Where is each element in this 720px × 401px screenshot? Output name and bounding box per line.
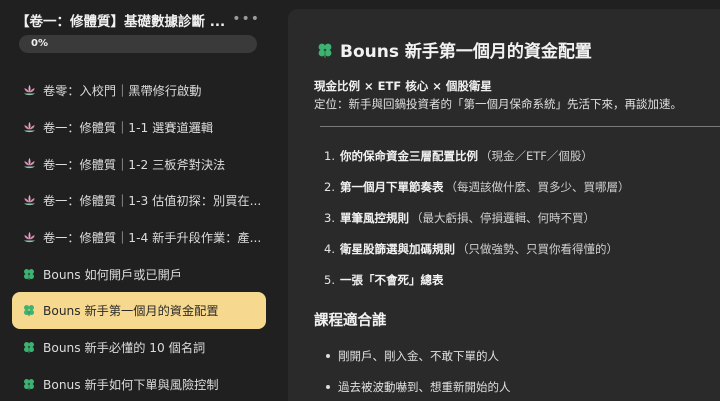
audience-item: 剛開戶、剛入金、不敢下單的人: [326, 340, 511, 371]
sidebar-item-3[interactable]: 卷一：修體質｜1-3 估值初探：別買在...: [12, 182, 266, 219]
course-title[interactable]: 【卷一：修體質】基礎數據診斷 ...: [16, 10, 232, 30]
step-num: 2.: [324, 179, 335, 194]
step-note: （最大虧損、停損邏輯、何時不買）: [410, 210, 595, 225]
step-num: 3.: [324, 210, 335, 225]
sidebar-item-6[interactable]: Bouns 新手第一個月的資金配置: [12, 292, 266, 329]
step-note: （每週該做什麼、買多少、買哪層）: [445, 179, 630, 194]
ellipsis-icon[interactable]: •••: [232, 10, 260, 28]
sidebar-item-label: Bonus 新手如何下單與風險控制: [43, 377, 219, 392]
lotus-icon: [21, 192, 37, 208]
steps-list: 1. 你的保命資金三層配置比例 （現金／ETF／個股） 2. 第一個月下單節奏表 （每週該…: [324, 140, 629, 295]
step-note: （只做強勢、只買你看得懂的）: [456, 241, 618, 256]
sidebar-item-1[interactable]: 卷一：修體質｜1-1 選賽道邏輯: [12, 109, 266, 146]
sidebar-item-0[interactable]: 卷零：入校門｜黑帶修行啟動: [12, 72, 266, 109]
lotus-icon: [21, 82, 37, 98]
clover-icon: [21, 302, 37, 318]
clover-icon: [21, 339, 37, 355]
sidebar-item-label: 卷一：修體質｜1-2 三板斧對決法: [43, 157, 226, 172]
step-item: 5. 一張「不會死」總表: [324, 264, 629, 295]
step-bold: 單筆風控規則: [339, 210, 409, 225]
lesson-list: 卷零：入校門｜黑帶修行啟動 卷一：修體質｜1-1 選賽道邏輯 卷一：修體質｜1-2 …: [12, 72, 266, 401]
divider: [320, 126, 720, 127]
step-num: 5.: [324, 272, 335, 287]
step-item: 1. 你的保命資金三層配置比例 （現金／ETF／個股）: [324, 140, 629, 171]
audience-heading: 課程適合誰: [314, 313, 387, 329]
sidebar-item-label: 卷零：入校門｜黑帶修行啟動: [43, 84, 202, 99]
sidebar-item-label: Bouns 新手必懂的 10 個名詞: [43, 341, 206, 356]
clover-icon: [21, 266, 37, 282]
sidebar-item-2[interactable]: 卷一：修體質｜1-2 三板斧對決法: [12, 145, 266, 182]
step-bold: 第一個月下單節奏表: [339, 179, 444, 194]
progress-bar: 0%: [19, 35, 257, 53]
lotus-icon: [21, 229, 37, 245]
step-bold: 你的保命資金三層配置比例: [339, 148, 478, 163]
audience-text: 過去被波動嚇到、想重新開始的人: [338, 379, 511, 394]
sidebar-item-8[interactable]: Bonus 新手如何下單與風險控制: [12, 366, 266, 401]
sidebar-item-label: 卷一：修體質｜1-3 估值初探：別買在...: [43, 194, 262, 209]
lotus-icon: [21, 156, 37, 172]
sidebar-item-7[interactable]: Bouns 新手必懂的 10 個名詞: [12, 329, 266, 366]
lotus-icon: [21, 119, 37, 135]
progress-label: 0%: [31, 38, 48, 49]
page-description: 定位：新手與回鍋投資者的「第一個月保命系統」先活下來，再談加速。: [314, 97, 682, 111]
step-num: 1.: [324, 148, 335, 163]
sidebar-item-label: Bouns 如何開戶或已開戶: [43, 267, 182, 282]
bullet-icon: [326, 384, 330, 389]
step-item: 2. 第一個月下單節奏表 （每週該做什麼、買多少、買哪層）: [324, 171, 629, 202]
sidebar-header: 【卷一：修體質】基礎數據診斷 ... •••: [16, 10, 266, 30]
audience-item: 過去被波動嚇到、想重新開始的人: [326, 371, 511, 401]
sidebar: 【卷一：修體質】基礎數據診斷 ... ••• 0% 卷零：入校門｜黑帶修行啟動卷…: [0, 0, 278, 401]
audience-list: 剛開戶、剛入金、不敢下單的人 過去被波動嚇到、想重新開始的人: [326, 340, 511, 401]
sidebar-item-label: Bouns 新手第一個月的資金配置: [43, 304, 219, 319]
step-bold: 一張「不會死」總表: [339, 272, 444, 287]
audience-text: 剛開戶、剛入金、不敢下單的人: [338, 348, 499, 363]
page-title: Bouns 新手第一個月的資金配置: [316, 37, 592, 62]
lesson-content: Bouns 新手第一個月的資金配置 現金比例 × ETF 核心 × 個股衛星 定…: [288, 9, 720, 401]
step-note: （現金／ETF／個股）: [479, 148, 593, 163]
clover-icon: [316, 41, 334, 59]
step-item: 4. 衛星股篩選與加碼規則 （只做強勢、只買你看得懂的）: [324, 233, 629, 264]
sidebar-item-4[interactable]: 卷一：修體質｜1-4 新手升段作業：產...: [12, 219, 266, 256]
clover-icon: [21, 376, 37, 392]
bullet-icon: [326, 353, 330, 358]
page-title-text: Bouns 新手第一個月的資金配置: [340, 42, 592, 62]
sidebar-item-5[interactable]: Bouns 如何開戶或已開戶: [12, 255, 266, 292]
page-subtitle: 現金比例 × ETF 核心 × 個股衛星: [314, 79, 492, 93]
sidebar-item-label: 卷一：修體質｜1-4 新手升段作業：產...: [43, 231, 262, 246]
step-bold: 衛星股篩選與加碼規則: [339, 241, 455, 256]
step-num: 4.: [324, 241, 335, 256]
sidebar-item-label: 卷一：修體質｜1-1 選賽道邏輯: [43, 121, 214, 136]
step-item: 3. 單筆風控規則 （最大虧損、停損邏輯、何時不買）: [324, 202, 629, 233]
